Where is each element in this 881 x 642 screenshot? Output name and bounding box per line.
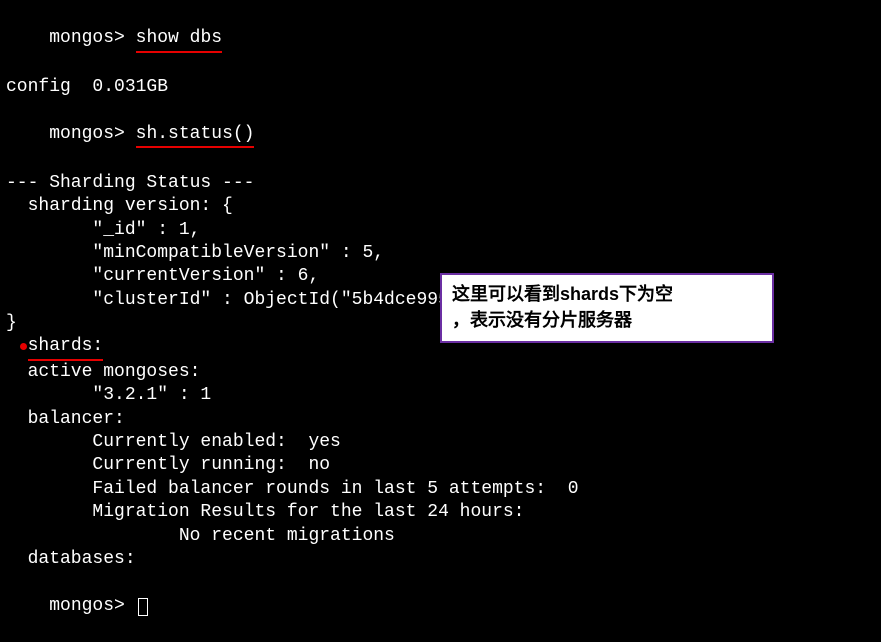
active-mongoses: active mongoses:: [6, 361, 875, 384]
shards-label: shards:: [28, 335, 104, 360]
prompt: mongos>: [49, 28, 125, 48]
prompt-line-1[interactable]: mongos> show dbs: [6, 4, 875, 76]
annotation-line-1: 这里可以看到shards下为空: [452, 281, 762, 307]
annotation-line-2: ，表示没有分片服务器: [452, 307, 762, 333]
balancer-migration-none: No recent migrations: [6, 525, 875, 548]
mongoses-version: "3.2.1" : 1: [6, 384, 875, 407]
command-show-dbs: show dbs: [136, 27, 222, 52]
prompt-line-2[interactable]: mongos> sh.status(): [6, 100, 875, 172]
output-config-db: config 0.031GB: [6, 76, 875, 99]
annotation-callout: 这里可以看到shards下为空 ，表示没有分片服务器: [440, 273, 774, 343]
command-sh-status: sh.status(): [136, 123, 255, 148]
balancer-failed: Failed balancer rounds in last 5 attempt…: [6, 478, 875, 501]
cursor-icon: [138, 598, 148, 616]
prompt: mongos>: [49, 124, 125, 144]
status-header: --- Sharding Status ---: [6, 172, 875, 195]
sv-id: "_id" : 1,: [6, 219, 875, 242]
sharding-version-open: sharding version: {: [6, 195, 875, 218]
prompt: mongos>: [49, 596, 125, 616]
prompt-line-3[interactable]: mongos>: [6, 571, 875, 641]
sv-min: "minCompatibleVersion" : 5,: [6, 242, 875, 265]
databases-label: databases:: [6, 548, 875, 571]
balancer-migration-header: Migration Results for the last 24 hours:: [6, 501, 875, 524]
balancer-label: balancer:: [6, 408, 875, 431]
balancer-enabled: Currently enabled: yes: [6, 431, 875, 454]
balancer-running: Currently running: no: [6, 454, 875, 477]
